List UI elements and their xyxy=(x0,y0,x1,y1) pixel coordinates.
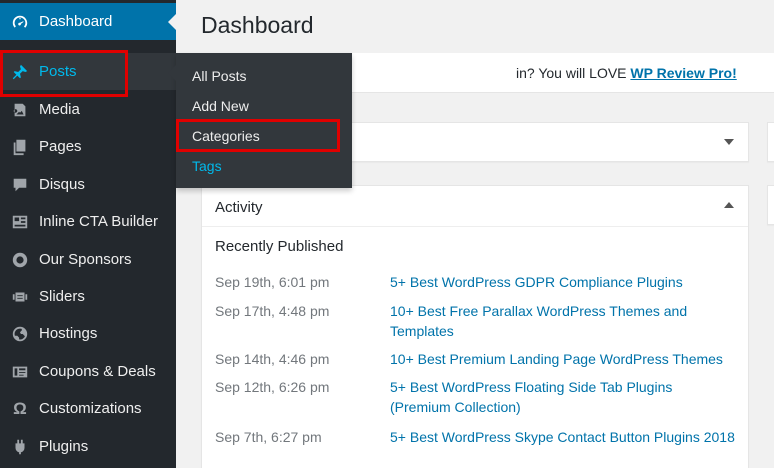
sidebar-item-label: Pages xyxy=(39,138,82,155)
publish-date: Sep 19th, 6:01 pm xyxy=(215,274,330,290)
post-link[interactable]: 5+ Best WordPress Skype Contact Button P… xyxy=(390,427,745,447)
submenu-item-all-posts[interactable]: All Posts xyxy=(176,61,352,91)
collapse-toggle-icon[interactable] xyxy=(724,202,734,208)
sidebar-item-hostings[interactable]: Hostings xyxy=(0,315,176,352)
submenu-arrow xyxy=(168,65,176,81)
sidebar-item-plugins[interactable]: Plugins xyxy=(0,428,176,465)
expand-toggle-icon[interactable] xyxy=(724,139,734,145)
wp-review-pro-link[interactable]: WP Review Pro! xyxy=(630,65,736,81)
pin-icon xyxy=(10,62,30,82)
sidebar-item-media[interactable]: Media xyxy=(0,91,176,128)
dashboard-icon xyxy=(10,12,30,32)
right-widget-2 xyxy=(767,185,774,225)
globe-icon xyxy=(10,324,30,344)
activity-title: Activity xyxy=(215,199,263,216)
submenu-item-categories[interactable]: Categories xyxy=(176,121,352,151)
sidebar-item-coupons-deals[interactable]: Coupons & Deals xyxy=(0,353,176,390)
page-title: Dashboard xyxy=(201,12,314,38)
sidebar-item-label: Media xyxy=(39,101,80,118)
publish-date: Sep 14th, 4:46 pm xyxy=(215,351,330,367)
sidebar-item-label: Our Sponsors xyxy=(39,251,132,268)
sidebar-item-label: Sliders xyxy=(39,288,85,305)
plugin-icon xyxy=(10,437,30,457)
submenu-item-add-new[interactable]: Add New xyxy=(176,91,352,121)
sidebar-item-our-sponsors[interactable]: Our Sponsors xyxy=(0,241,176,278)
notice-text: in? You will LOVE WP Review Pro! xyxy=(516,65,737,81)
post-link[interactable]: 10+ Best Premium Landing Page WordPress … xyxy=(390,349,745,369)
admin-sidebar: Dashboard Posts Media Pages Disqus Inlin… xyxy=(0,0,176,468)
notice-prefix: in? You will LOVE xyxy=(516,65,631,81)
sidebar-item-label: Posts xyxy=(39,63,77,80)
comment-icon xyxy=(10,175,30,195)
omega-icon: Ω xyxy=(13,398,27,418)
activity-header: Activity xyxy=(202,186,748,227)
publish-date: Sep 7th, 6:27 pm xyxy=(215,429,322,445)
sidebar-item-label: Disqus xyxy=(39,176,85,193)
sidebar-item-customizations[interactable]: Ω Customizations xyxy=(0,390,176,427)
sidebar-item-label: Coupons & Deals xyxy=(39,363,156,380)
sidebar-item-label: Inline CTA Builder xyxy=(39,213,158,230)
right-widget-1 xyxy=(767,122,774,162)
publish-date: Sep 17th, 4:48 pm xyxy=(215,303,330,319)
sidebar-item-posts[interactable]: Posts xyxy=(0,53,176,90)
slides-icon xyxy=(10,287,30,307)
publish-date: Sep 12th, 6:26 pm xyxy=(215,379,330,395)
activity-widget: Activity Recently Published Sep 19th, 6:… xyxy=(201,185,749,468)
sidebar-item-label: Customizations xyxy=(39,400,142,417)
media-icon xyxy=(10,100,30,120)
post-link[interactable]: 5+ Best WordPress Floating Side Tab Plug… xyxy=(390,377,690,417)
sidebar-item-disqus[interactable]: Disqus xyxy=(0,166,176,203)
circle-icon xyxy=(10,250,30,270)
sidebar-item-label: Plugins xyxy=(39,438,89,455)
post-link[interactable]: 10+ Best Free Parallax WordPress Themes … xyxy=(390,301,690,341)
tickets-icon xyxy=(10,362,30,382)
layout-icon xyxy=(10,212,30,232)
recently-published-heading: Recently Published xyxy=(215,238,344,255)
sidebar-item-label: Hostings xyxy=(39,325,98,342)
pages-icon xyxy=(10,137,30,157)
posts-submenu: All Posts Add New Categories Tags xyxy=(168,53,352,188)
sidebar-item-pages[interactable]: Pages xyxy=(0,128,176,165)
sidebar-item-sliders[interactable]: Sliders xyxy=(0,278,176,315)
post-link[interactable]: 5+ Best WordPress GDPR Compliance Plugin… xyxy=(390,272,745,292)
current-menu-arrow xyxy=(168,14,176,30)
submenu-item-tags[interactable]: Tags xyxy=(176,151,352,181)
sidebar-item-dashboard[interactable]: Dashboard xyxy=(0,3,176,40)
sidebar-item-label: Dashboard xyxy=(39,13,113,30)
sidebar-item-inline-cta-builder[interactable]: Inline CTA Builder xyxy=(0,203,176,240)
